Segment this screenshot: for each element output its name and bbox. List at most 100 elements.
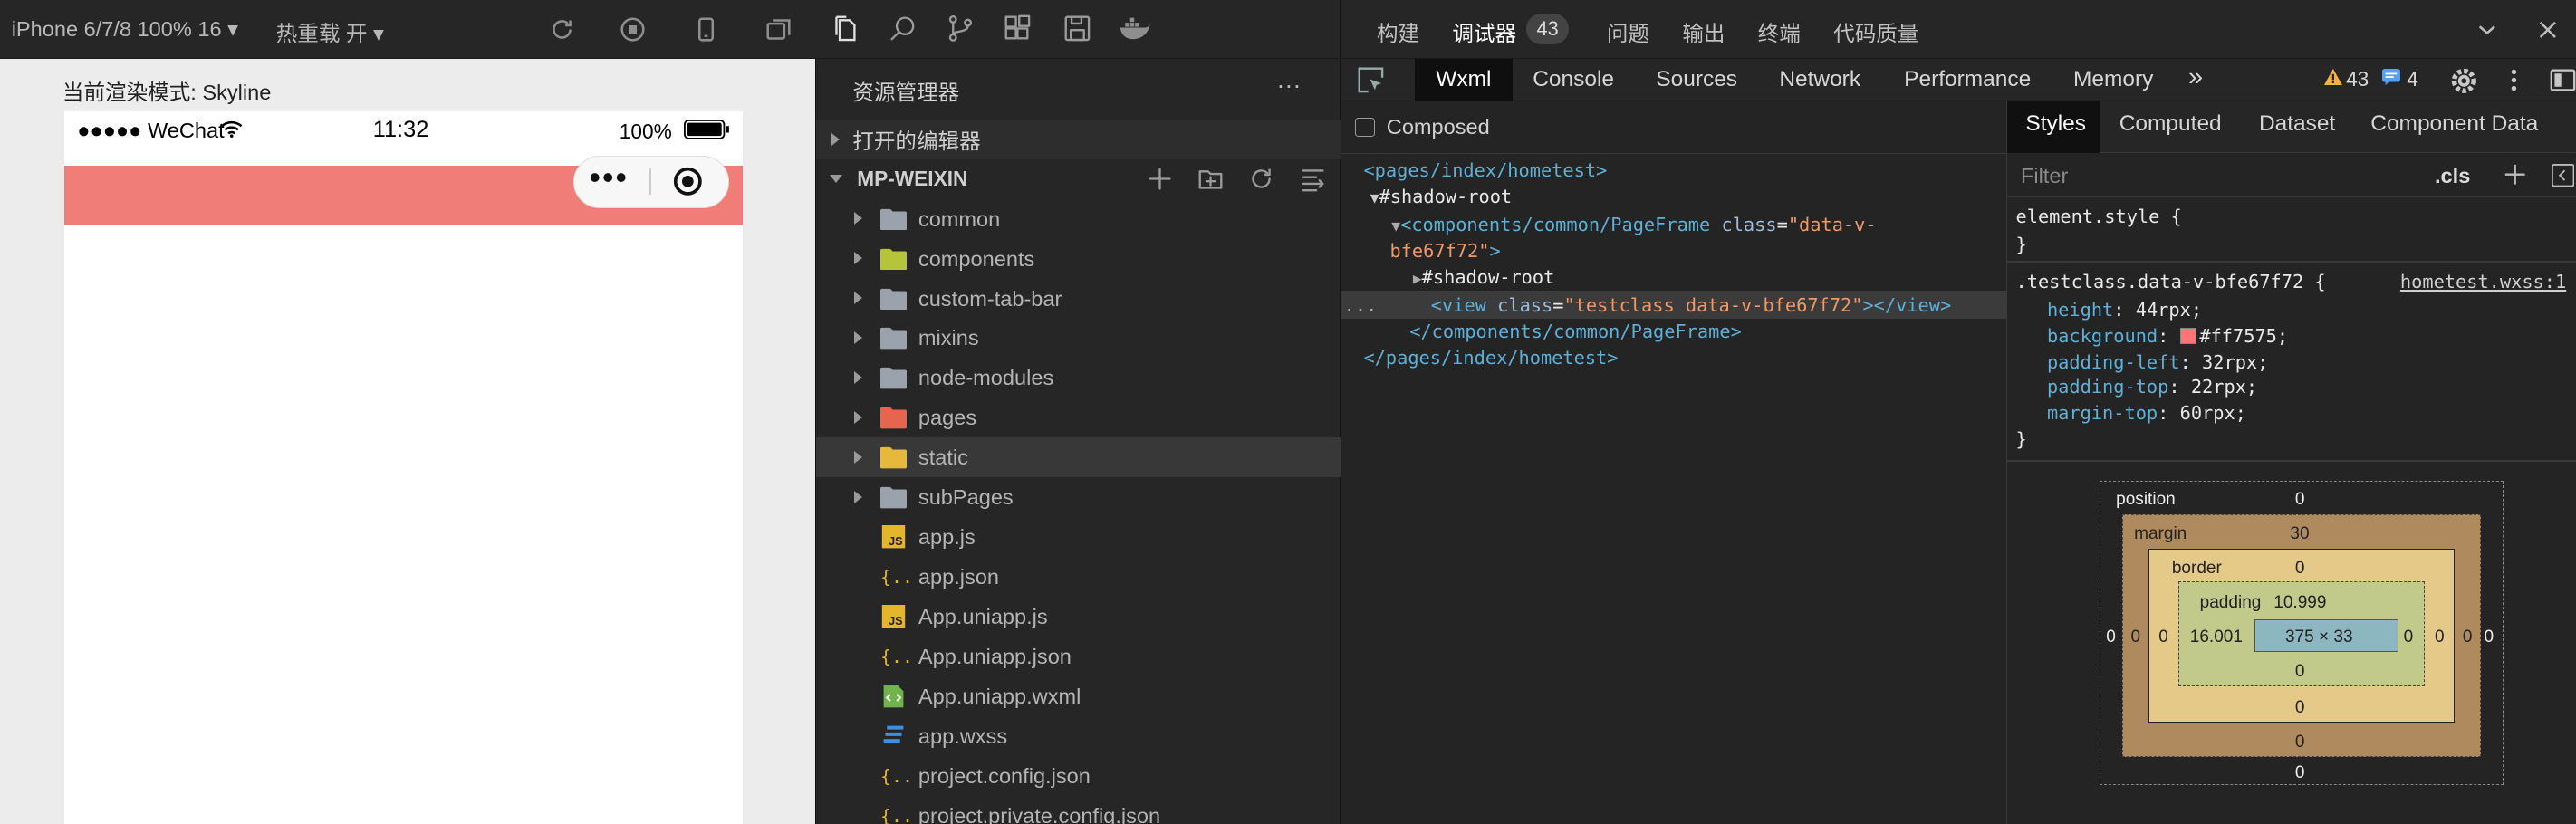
- stop-icon[interactable]: [620, 16, 646, 43]
- phone-screen[interactable]: ●●●●● WeChat 11:32 100% •••: [63, 111, 743, 824]
- message-count[interactable]: 4: [2407, 67, 2418, 91]
- add-rule-icon[interactable]: [2504, 163, 2526, 186]
- tab-build[interactable]: 构建: [1377, 16, 1419, 47]
- gear-icon[interactable]: [2449, 66, 2479, 96]
- dom-node-pages-open[interactable]: <pages/index/hometest>: [1363, 159, 1607, 181]
- file-tree-item[interactable]: common: [816, 198, 1341, 238]
- docker-icon[interactable]: [1119, 14, 1151, 43]
- tab-dataset[interactable]: Dataset: [2259, 111, 2335, 137]
- warning-icon[interactable]: [2323, 67, 2343, 87]
- composed-checkbox[interactable]: [1355, 117, 1376, 138]
- tab-issues[interactable]: 问题: [1607, 16, 1649, 47]
- dom-node-pageframe-open-cont[interactable]: bfe67f72">: [1389, 240, 1500, 262]
- more-tabs-button[interactable]: »: [2188, 62, 2203, 92]
- composed-option[interactable]: Composed: [1355, 115, 1490, 139]
- tab-styles[interactable]: Styles: [2025, 111, 2086, 137]
- rule-decl-padding-left[interactable]: padding-left: 32rpx;: [2047, 351, 2268, 373]
- tab-performance[interactable]: Performance: [1904, 67, 2031, 92]
- warning-count[interactable]: 43: [2346, 67, 2369, 91]
- menu-capsule[interactable]: •••: [573, 156, 730, 209]
- file-tree-item[interactable]: JS app.js: [816, 517, 1341, 557]
- explorer-more-button[interactable]: ···: [1276, 71, 1301, 100]
- rule-source-link[interactable]: hometest.wxss:1: [2400, 271, 2566, 292]
- explorer-title: 资源管理器: [852, 81, 960, 105]
- box-padding-bottom: 0: [2294, 661, 2305, 681]
- file-tree-item[interactable]: components: [816, 238, 1341, 278]
- node-actions-ellipsis[interactable]: ...: [1344, 294, 1378, 316]
- inspect-element-icon[interactable]: [1357, 66, 1385, 94]
- file-tree-item[interactable]: app.wxss: [816, 716, 1341, 756]
- file-tree-item[interactable]: pages: [816, 398, 1341, 437]
- capsule-more-button[interactable]: •••: [589, 158, 629, 196]
- capsule-divider: [649, 168, 652, 195]
- tab-computed[interactable]: Computed: [2119, 111, 2222, 137]
- dom-node-pageframe-open[interactable]: ▼<components/common/PageFrame class="dat…: [1391, 214, 1876, 235]
- file-tree-item[interactable]: App.uniapp.wxml: [816, 676, 1341, 716]
- tab-wxml[interactable]: Wxml: [1436, 67, 1491, 92]
- file-tree-item[interactable]: {..} project.private.config.json: [816, 796, 1341, 824]
- file-tree-item[interactable]: subPages: [816, 477, 1341, 517]
- source-control-icon[interactable]: [947, 14, 975, 43]
- hot-reload-toggle[interactable]: 热重载 开 ▾: [276, 16, 384, 47]
- chevron-down-icon: [829, 175, 842, 184]
- tab-memory[interactable]: Memory: [2073, 67, 2153, 92]
- json-file-icon: {..}: [880, 645, 910, 667]
- new-file-icon[interactable]: [1147, 166, 1173, 192]
- file-tree-item[interactable]: mixins: [816, 318, 1341, 358]
- tab-terminal[interactable]: 终端: [1758, 16, 1801, 47]
- tab-debugger[interactable]: 调试器: [1452, 16, 1516, 47]
- collapse-all-icon[interactable]: [1300, 166, 1326, 192]
- file-tree-item-label: App.uniapp.js: [918, 605, 1048, 629]
- search-icon[interactable]: [889, 14, 917, 43]
- kebab-menu-icon[interactable]: [2509, 67, 2519, 93]
- element-style-rule[interactable]: element.style {: [2016, 206, 2182, 227]
- dom-node-pages-close[interactable]: </pages/index/hometest>: [1363, 347, 1618, 369]
- divider: [2007, 459, 2576, 462]
- file-tree-item[interactable]: {..} app.json: [816, 557, 1341, 597]
- open-editors-section[interactable]: 打开的编辑器: [816, 120, 1341, 159]
- tab-output[interactable]: 输出: [1682, 16, 1725, 47]
- files-icon[interactable]: [831, 14, 860, 43]
- file-tree-item[interactable]: {..} App.uniapp.json: [816, 637, 1341, 676]
- rule-decl-background[interactable]: background: #ff7575;: [2047, 325, 2288, 347]
- message-icon[interactable]: [2381, 69, 2400, 86]
- svg-text:JS: JS: [889, 615, 903, 628]
- extensions-icon[interactable]: [1004, 14, 1032, 43]
- box-padding-label: padding: [2199, 592, 2262, 612]
- file-tree-item[interactable]: static: [816, 437, 1341, 477]
- phone-icon[interactable]: [693, 16, 719, 43]
- dock-icon[interactable]: [2550, 67, 2576, 93]
- rule-decl-margin-top[interactable]: margin-top: 60rpx;: [2047, 402, 2246, 424]
- refresh-explorer-icon[interactable]: [1248, 166, 1274, 192]
- file-tree-item[interactable]: custom-tab-bar: [816, 278, 1341, 318]
- tab-network[interactable]: Network: [1779, 67, 1860, 92]
- window-icon[interactable]: [765, 16, 792, 43]
- device-select[interactable]: iPhone 6/7/8 100% 16 ▾: [12, 16, 238, 42]
- tab-code-quality[interactable]: 代码质量: [1833, 16, 1918, 47]
- storage-icon[interactable]: [1063, 14, 1091, 43]
- chevron-down-icon[interactable]: [2477, 20, 2497, 40]
- file-tree-item-label: node-modules: [918, 366, 1054, 390]
- dom-node-view-selected[interactable]: <view class="testclass data-v-bfe67f72">…: [1431, 294, 1951, 316]
- tab-sources[interactable]: Sources: [1656, 67, 1737, 92]
- new-folder-icon[interactable]: [1197, 166, 1224, 192]
- refresh-icon[interactable]: [549, 16, 575, 43]
- close-icon[interactable]: [2538, 20, 2558, 40]
- box-position-top: 0: [2294, 489, 2305, 509]
- rule-decl-height[interactable]: height: 44rpx;: [2047, 299, 2202, 321]
- cls-toggle[interactable]: .cls: [2435, 164, 2470, 188]
- file-tree-item[interactable]: node-modules: [816, 358, 1341, 398]
- dom-node-pageframe-close[interactable]: </components/common/PageFrame>: [1409, 321, 1742, 342]
- capsule-close-icon[interactable]: [673, 167, 703, 196]
- color-swatch[interactable]: [2179, 327, 2196, 344]
- dom-node-inner-shadow-root[interactable]: ▶#shadow-root: [1413, 266, 1554, 288]
- dom-node-shadow-root[interactable]: ▼#shadow-root: [1370, 186, 1512, 207]
- toggle-sidebar-icon[interactable]: [2551, 164, 2575, 187]
- tab-component-data[interactable]: Component Data: [2370, 111, 2538, 137]
- rule-decl-padding-top[interactable]: padding-top: 22rpx;: [2047, 376, 2257, 398]
- filter-input[interactable]: Filter: [2021, 164, 2068, 188]
- rule-selector[interactable]: .testclass.data-v-bfe67f72 {: [2016, 271, 2326, 292]
- tab-console[interactable]: Console: [1533, 67, 1614, 92]
- file-tree-item[interactable]: {..} project.config.json: [816, 756, 1341, 796]
- file-tree-item[interactable]: JS App.uniapp.js: [816, 597, 1341, 637]
